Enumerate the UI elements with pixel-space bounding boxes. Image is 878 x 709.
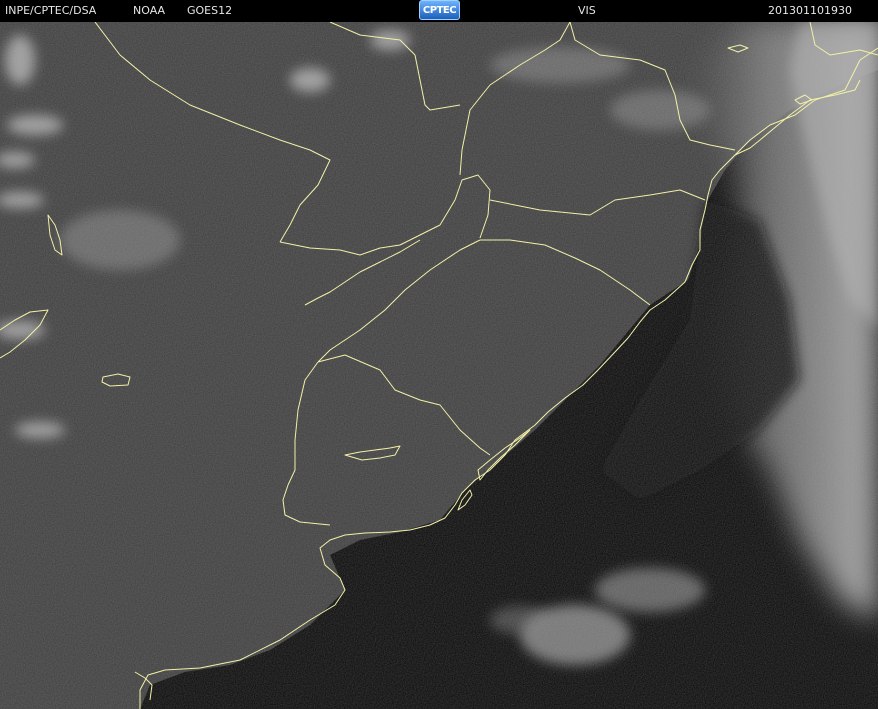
cptec-logo: CPTEC xyxy=(419,0,460,20)
logo-text: CPTEC xyxy=(422,4,457,16)
source-label: INPE/CPTEC/DSA xyxy=(5,4,97,17)
satellite-map xyxy=(0,22,878,709)
agency-label: NOAA xyxy=(133,4,166,17)
channel-label: VIS xyxy=(578,4,596,17)
satellite-label: GOES12 xyxy=(187,4,233,17)
timestamp-label: 201301101930 xyxy=(768,4,852,17)
image-grain xyxy=(0,22,878,709)
header-bar: INPE/CPTEC/DSA NOAA GOES12 CPTEC VIS 201… xyxy=(0,0,878,22)
